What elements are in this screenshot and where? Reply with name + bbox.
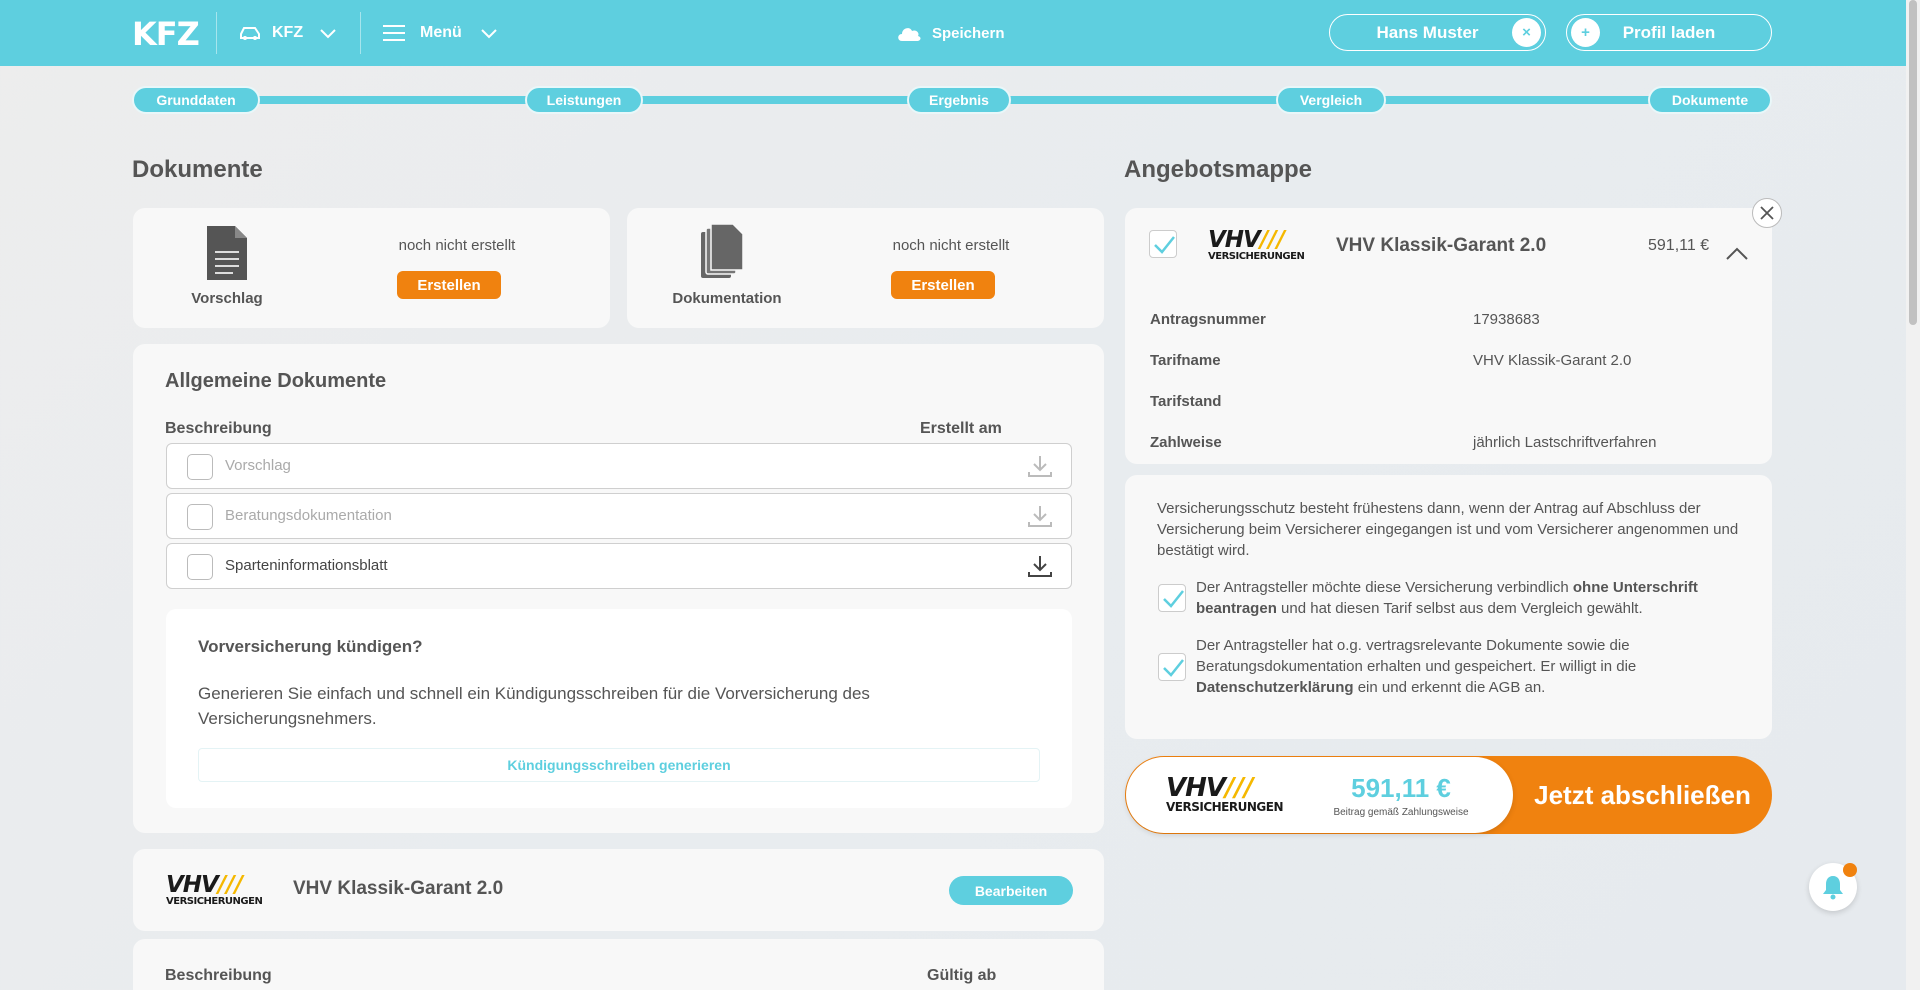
check-icon <box>1154 236 1175 254</box>
document-icon <box>207 226 247 280</box>
scrollbar-thumb[interactable] <box>1909 0 1917 325</box>
notification-badge <box>1843 863 1857 877</box>
close-button[interactable] <box>1752 198 1782 228</box>
header-divider <box>360 12 361 54</box>
doc-card-status: noch nicht erstellt <box>398 237 516 254</box>
check-icon <box>1163 659 1184 677</box>
doc-card-status: noch nicht erstellt <box>892 237 1010 254</box>
column-beschreibung: Beschreibung <box>165 967 272 984</box>
document-row[interactable]: Vorschlag <box>166 443 1072 489</box>
tariff-name: VHV Klassik-Garant 2.0 <box>293 878 504 899</box>
column-beschreibung: Beschreibung <box>165 420 272 437</box>
checkout-summary: VHV/// VERSICHERUNGEN 591,11 € Beitrag g… <box>1126 757 1513 833</box>
load-profile-button[interactable]: + Profil laden <box>1566 14 1772 51</box>
step-grunddaten[interactable]: Grunddaten <box>132 86 260 114</box>
documents-stack-icon <box>701 223 744 278</box>
tariff-card-header: VHV/// VERSICHERUNGEN VHV Klassik-Garant… <box>133 849 1104 931</box>
car-icon <box>240 27 260 40</box>
column-gueltig-ab: Gültig ab <box>927 967 997 984</box>
hamburger-icon <box>383 25 405 41</box>
save-button[interactable]: Speichern <box>896 0 1005 66</box>
tariff-card-body: Beschreibung Gültig ab <box>133 939 1104 990</box>
vhv-logo: VHV/// VERSICHERUNGEN <box>1166 773 1284 814</box>
chevron-down-icon <box>481 29 497 39</box>
create-vorschlag-button[interactable]: Erstellen <box>397 271 501 299</box>
detail-value: jährlich Lastschriftverfahren <box>1473 434 1657 451</box>
vhv-logo: VHV/// VERSICHERUNGEN <box>1208 227 1305 262</box>
offer-tariff-name: VHV Klassik-Garant 2.0 <box>1336 235 1547 256</box>
doc-card-label: Dokumentation <box>672 290 782 307</box>
app-logo[interactable]: KFZ <box>132 15 200 53</box>
user-name: Hans Muster <box>1376 22 1479 42</box>
offer-checkbox[interactable] <box>1149 230 1177 258</box>
save-label: Speichern <box>932 24 1005 42</box>
cancel-previous-insurance-card: Vorversicherung kündigen? Generieren Sie… <box>166 609 1072 808</box>
download-icon[interactable] <box>1027 454 1053 478</box>
terms-intro: Versicherungsschutz besteht frühestens d… <box>1157 500 1739 559</box>
checkout-price: 591,11 € <box>1351 773 1451 803</box>
close-icon <box>1760 206 1774 220</box>
column-erstellt-am: Erstellt am <box>920 420 1002 437</box>
plus-icon: + <box>1571 18 1600 47</box>
general-documents-title: Allgemeine Dokumente <box>165 370 387 392</box>
row-checkbox[interactable] <box>187 554 213 580</box>
offer-card: VHV/// VERSICHERUNGEN VHV Klassik-Garant… <box>1125 208 1772 464</box>
detail-key: Antragsnummer <box>1150 311 1266 328</box>
detail-value: 17938683 <box>1473 311 1540 328</box>
download-icon[interactable] <box>1027 554 1053 578</box>
generate-cancellation-button[interactable]: Kündigungsschreiben generieren <box>198 748 1040 782</box>
product-selector[interactable]: KFZ <box>238 0 337 66</box>
row-label: Vorschlag <box>225 457 291 474</box>
offer-price: 591,11 € <box>1648 237 1710 254</box>
chevron-up-icon[interactable] <box>1725 246 1749 262</box>
row-label: Sparteninformationsblatt <box>225 557 388 574</box>
document-row[interactable]: Sparteninformationsblatt <box>166 543 1072 589</box>
cancel-title: Vorversicherung kündigen? <box>198 637 423 656</box>
row-label: Beratungsdokumentation <box>225 507 392 524</box>
detail-key: Tarifstand <box>1150 393 1222 410</box>
create-dokumentation-button[interactable]: Erstellen <box>891 271 995 299</box>
product-label: KFZ <box>272 24 304 41</box>
cancel-text: Generieren Sie einfach und schnell ein K… <box>198 684 870 728</box>
terms-checkbox-privacy[interactable] <box>1158 653 1186 681</box>
row-checkbox[interactable] <box>187 504 213 530</box>
download-icon[interactable] <box>1027 504 1053 528</box>
offer-folder-title: Angebotsmappe <box>1124 156 1313 183</box>
terms-consent-privacy: Der Antragsteller hat o.g. vertragsrelev… <box>1196 637 1637 696</box>
check-icon <box>1163 590 1184 608</box>
doc-card-vorschlag: Vorschlag noch nicht erstellt Erstellen <box>133 208 610 328</box>
document-row[interactable]: Beratungsdokumentation <box>166 493 1072 539</box>
header-divider <box>216 12 217 54</box>
complete-now-button[interactable]: Jetzt abschließen <box>1513 756 1772 834</box>
detail-key: Zahlweise <box>1150 434 1222 451</box>
step-vergleich[interactable]: Vergleich <box>1276 86 1386 114</box>
vhv-logo: VHV/// VERSICHERUNGEN <box>166 872 263 907</box>
row-checkbox[interactable] <box>187 454 213 480</box>
doc-card-dokumentation: Dokumentation noch nicht erstellt Erstel… <box>627 208 1104 328</box>
cloud-icon <box>898 28 921 41</box>
step-ergebnis[interactable]: Ergebnis <box>907 86 1011 114</box>
step-leistungen[interactable]: Leistungen <box>525 86 643 114</box>
detail-key: Tarifname <box>1150 352 1221 369</box>
checkout-price-note: Beitrag gemäß Zahlungsweise <box>1333 807 1469 818</box>
scrollbar[interactable] <box>1906 0 1920 990</box>
chevron-down-icon <box>320 29 336 39</box>
menu-button[interactable]: Menü <box>382 0 498 66</box>
edit-button[interactable]: Bearbeiten <box>949 876 1073 905</box>
step-dokumente[interactable]: Dokumente <box>1648 86 1772 114</box>
terms-consent-no-signature: Der Antragsteller möchte diese Versicher… <box>1196 579 1698 617</box>
top-header: KFZ KFZ Menü Speichern Hans Muster × + P… <box>0 0 1906 66</box>
doc-card-label: Vorschlag <box>191 290 263 307</box>
bell-icon <box>1823 876 1843 900</box>
user-pill[interactable]: Hans Muster × <box>1329 14 1546 51</box>
detail-value: VHV Klassik-Garant 2.0 <box>1473 352 1632 369</box>
menu-label: Menü <box>420 24 462 41</box>
load-profile-label: Profil laden <box>1622 22 1716 42</box>
documents-title: Dokumente <box>132 156 263 183</box>
notification-button[interactable] <box>1809 863 1857 911</box>
clear-user-button[interactable]: × <box>1512 18 1541 47</box>
terms-checkbox-no-signature[interactable] <box>1158 584 1186 612</box>
